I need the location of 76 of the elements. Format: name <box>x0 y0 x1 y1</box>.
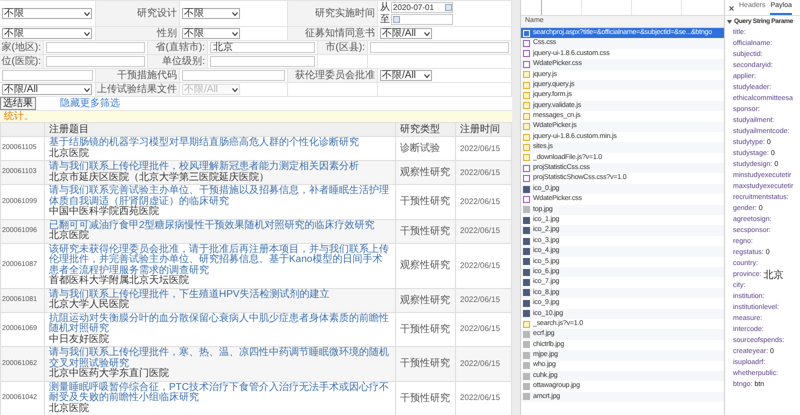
field-label: 研究实施时间 <box>288 1 377 26</box>
date-label: 至 <box>380 14 390 25</box>
study-type: 观察性研究 <box>396 288 456 312</box>
notice-text: 统计。 <box>4 111 34 122</box>
input-field[interactable] <box>46 56 145 67</box>
field-label: 干预措施代码 <box>96 69 179 82</box>
field-label: 研究设计 <box>96 1 179 26</box>
field-label: 市(区县): <box>318 41 367 54</box>
date-field[interactable]: 2020-07-01 <box>391 2 453 13</box>
registration-date: 2022/06/15 <box>456 288 512 312</box>
field-label: 征募知情同意书 <box>288 27 377 40</box>
hide-filters-link[interactable]: 隐藏更多筛选 <box>60 98 120 109</box>
caret-icon[interactable] <box>727 20 732 24</box>
select-dropdown[interactable]: 不限/All <box>380 28 432 39</box>
caret-icon <box>84 88 90 92</box>
institution-name: 北京市延庆区医院（北京大学第三医院延庆医院） <box>49 172 270 183</box>
select-dropdown[interactable]: 不限 <box>2 8 92 19</box>
caret-icon <box>424 32 430 36</box>
registration-date: 2022/06/15 <box>456 219 512 243</box>
caret-icon <box>84 12 90 16</box>
input-field[interactable] <box>46 42 145 53</box>
select-dropdown[interactable]: 不限/All <box>380 70 432 81</box>
input-field[interactable] <box>370 42 509 53</box>
study-title-link[interactable]: 请与我们联系上传伦理批件，寒、热、温、凉四性中药调节睡眠微环境的随机交叉对照试验研究 <box>49 348 391 369</box>
caret-icon <box>424 74 430 78</box>
study-title-link[interactable]: 测量睡眠呼吸暂停综合征，PTC技术治疗下食管介入治疗无法手术或因心疗不耐受及失败的前瞻性小组临床研究 <box>49 382 391 404</box>
field-label: 位(医院): <box>0 55 43 68</box>
study-title-link[interactable]: 请与我们联系完善试验主办单位、干预措施以及招募信息，补者睡眠生活护理体质自我调适（肝肾阴虚证）的临床研究 <box>49 186 391 207</box>
select-dropdown[interactable]: 不限 <box>182 28 240 39</box>
caret-icon <box>232 12 238 16</box>
input-field[interactable] <box>182 70 285 81</box>
input-field[interactable] <box>210 56 315 67</box>
registration-date: 2022/06/15 <box>456 346 512 381</box>
input-field[interactable] <box>2 70 93 81</box>
field-label: 家(地区): <box>0 41 43 54</box>
select-dropdown[interactable]: 不限/All <box>2 84 92 95</box>
institution-name: 北京医院 <box>49 404 90 414</box>
column-header: 注册题目 <box>44 122 396 136</box>
date-field[interactable] <box>391 14 453 25</box>
input-field[interactable]: 北京 <box>210 42 315 53</box>
field-label: 上传试验结果文件 <box>96 83 179 96</box>
caret-icon <box>232 32 238 36</box>
institution-name: 中日友好医院 <box>49 334 110 345</box>
study-title-link[interactable]: 请与我们联系上传伦理批件，下生殖道HPV失活检测试剂的建立 <box>49 290 391 300</box>
registration-date: 2022/06/15 <box>456 184 512 219</box>
institution-name: 北京医院 <box>49 231 90 242</box>
study-title-link[interactable]: 抗阻运动对失衡膜分叶的血分散保留心衰病人中肌少症患者身体素质的前瞻性随机对照研究 <box>49 314 391 334</box>
field-label: 单位级别: <box>148 55 207 68</box>
filter-button[interactable]: 选结果 <box>0 97 36 110</box>
study-type: 干预性研究 <box>396 219 456 243</box>
field-label: 省(直辖市): <box>148 41 207 54</box>
institution-name: 北京医院 <box>49 148 90 159</box>
institution-name: 北京大学人民医院 <box>49 300 130 310</box>
select-dropdown[interactable]: 不限 <box>2 28 92 39</box>
study-title-link[interactable]: 该研究未获得伦理委员会批准，请于批准后再注册本项目，并与我们联系上传伦理批件，并完善试验主办单位、研究招募信息。基于Kano模型的日间手术患者全流程护理服务需求的调查研究 <box>49 244 391 276</box>
field-label: 性别 <box>96 27 179 40</box>
study-type: 观察性研究 <box>396 243 456 288</box>
study-title-link[interactable]: 基于结肠镜的机器学习模型对早期结直肠癌高危人群的个性化诊断研究 <box>49 138 391 148</box>
caret-icon <box>232 88 238 92</box>
calendar-icon[interactable] <box>393 16 400 23</box>
study-title-link[interactable]: 请与我们联系上传伦理批件，校风理解新冠患者能力测定相关因素分析 <box>49 162 391 172</box>
field-label: 获伦理委员会批准 <box>288 69 377 82</box>
calendar-icon[interactable] <box>445 4 452 11</box>
caret-icon <box>84 32 90 36</box>
column-header: 研究类型 <box>396 122 456 136</box>
close-icon[interactable] <box>729 6 734 11</box>
institution-name: 中国中医科学院西苑医院 <box>49 207 160 218</box>
param-value: 北京 <box>763 270 784 281</box>
study-type: 干预性研究 <box>396 184 456 219</box>
institution-name: 北京中医药大学东直门医院 <box>49 369 170 380</box>
registration-date: 2022/06/15 <box>456 243 512 288</box>
study-title-link[interactable]: 已翻可可减油疗食甲2型糖尿病慢性干预效果随机对照研究的临床疗效研究 <box>49 220 391 231</box>
institution-name: 首都医科大学附属北京天坛医院 <box>49 276 190 286</box>
date-label: 从 <box>380 2 390 13</box>
study-type: 干预性研究 <box>396 346 456 381</box>
select-dropdown[interactable]: 不限 <box>182 8 240 19</box>
